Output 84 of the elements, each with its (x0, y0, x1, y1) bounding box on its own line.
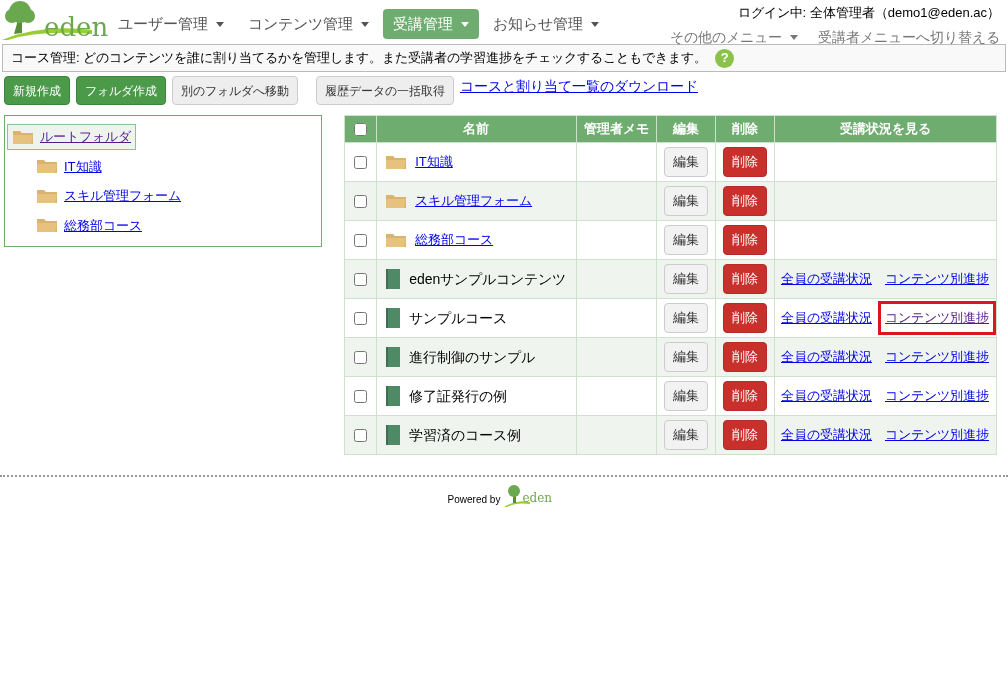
nav-tab[interactable]: お知らせ管理 (483, 9, 609, 39)
folder-icon (36, 187, 58, 204)
caret-icon (216, 21, 224, 27)
course-name: 修了証発行の例 (409, 386, 508, 406)
folder-icon (36, 158, 58, 175)
row-checkbox[interactable] (354, 234, 368, 248)
book-icon (385, 385, 402, 407)
row-checkbox[interactable] (354, 273, 368, 287)
folder-icon (385, 154, 408, 170)
edit-button[interactable]: 編集 (663, 303, 708, 333)
caret-icon (361, 21, 369, 27)
folder-link[interactable]: 総務部コース (64, 215, 142, 235)
tree-item[interactable]: スキル管理フォーム (31, 183, 186, 209)
folder-icon (12, 128, 34, 145)
column-header: 削除 (715, 115, 775, 143)
row-checkbox[interactable] (354, 390, 368, 404)
info-text: コース管理: どのコンテンツを誰に割り当てるかを管理します。また受講者の学習進捗をチェックすることもできます。 (11, 49, 708, 68)
delete-button[interactable]: 削除 (723, 303, 768, 333)
nav-tab[interactable]: コンテンツ管理 (238, 9, 379, 39)
book-icon (385, 346, 402, 368)
edit-button[interactable]: 編集 (663, 147, 708, 177)
delete-button[interactable]: 削除 (723, 225, 768, 255)
status-link[interactable]: 全員の受講状況 (781, 269, 872, 289)
select-all-checkbox[interactable] (354, 123, 368, 137)
status-link[interactable]: 全員の受講状況 (781, 347, 872, 367)
column-header: 管理者メモ (576, 115, 657, 143)
book-icon (385, 424, 402, 446)
status-link[interactable]: 全員の受講状況 (781, 386, 872, 406)
folder-link[interactable]: スキル管理フォーム (64, 186, 181, 206)
switch-menu-link[interactable]: 受講者メニューへ切り替える (818, 26, 1000, 48)
column-header: 名前 (376, 115, 577, 143)
folder-link[interactable]: IT知識 (64, 156, 102, 176)
progress-link[interactable]: コンテンツ別進捗 (878, 340, 996, 374)
toolbar-button[interactable]: 履歴データの一括取得 (316, 76, 454, 105)
book-icon (385, 307, 402, 329)
folder-icon (385, 193, 408, 209)
powered-by-text: Powered by (447, 493, 501, 507)
toolbar-button[interactable]: 別のフォルダへ移動 (172, 76, 298, 105)
course-name: 進行制御のサンプル (409, 347, 536, 367)
course-name: edenサンプルコンテンツ (409, 269, 567, 289)
row-checkbox[interactable] (354, 351, 368, 365)
column-header: 受講状況を見る (774, 115, 997, 143)
caret-icon (790, 34, 798, 40)
download-link[interactable]: コースと割り当て一覧のダウンロード (460, 76, 698, 97)
delete-button[interactable]: 削除 (723, 186, 768, 216)
delete-button[interactable]: 削除 (723, 381, 768, 411)
edit-button[interactable]: 編集 (663, 342, 708, 372)
tree-item[interactable]: IT知識 (31, 153, 107, 179)
other-menu[interactable]: その他のメニュー (670, 26, 798, 48)
folder-icon (385, 232, 408, 248)
row-checkbox[interactable] (354, 156, 368, 170)
edit-button[interactable]: 編集 (663, 264, 708, 294)
folder-link[interactable]: ルートフォルダ (40, 127, 131, 147)
progress-link[interactable]: コンテンツ別進捗 (878, 262, 996, 296)
delete-button[interactable]: 削除 (723, 264, 768, 294)
caret-icon (461, 21, 469, 27)
progress-link[interactable]: コンテンツ別進捗 (878, 301, 996, 335)
course-name: 学習済のコース例 (409, 425, 522, 445)
edit-button[interactable]: 編集 (663, 186, 708, 216)
tree-item[interactable]: ルートフォルダ (7, 124, 136, 150)
footer-logo-text: eden (522, 492, 553, 504)
folder-link[interactable]: IT知識 (415, 152, 453, 172)
status-link[interactable]: 全員の受講状況 (781, 425, 872, 445)
progress-link[interactable]: コンテンツ別進捗 (878, 379, 996, 413)
delete-button[interactable]: 削除 (723, 342, 768, 372)
nav-tab[interactable]: ユーザー管理 (108, 9, 234, 39)
caret-icon (591, 21, 599, 27)
delete-button[interactable]: 削除 (723, 420, 768, 450)
book-icon (385, 268, 402, 290)
row-checkbox[interactable] (354, 312, 368, 326)
edit-button[interactable]: 編集 (663, 381, 708, 411)
tree-item[interactable]: 総務部コース (31, 212, 147, 238)
progress-link[interactable]: コンテンツ別進捗 (878, 418, 996, 452)
folder-icon (36, 217, 58, 234)
course-name: サンプルコース (409, 308, 508, 328)
status-link[interactable]: 全員の受講状況 (781, 308, 872, 328)
row-checkbox[interactable] (354, 429, 368, 443)
delete-button[interactable]: 削除 (723, 147, 768, 177)
edit-button[interactable]: 編集 (663, 225, 708, 255)
row-checkbox[interactable] (354, 195, 368, 209)
column-header: 編集 (656, 115, 716, 143)
folder-link[interactable]: 総務部コース (415, 230, 494, 250)
login-status: ログイン中: 全体管理者（demo1@eden.ac） (737, 4, 1000, 22)
edit-button[interactable]: 編集 (663, 420, 708, 450)
